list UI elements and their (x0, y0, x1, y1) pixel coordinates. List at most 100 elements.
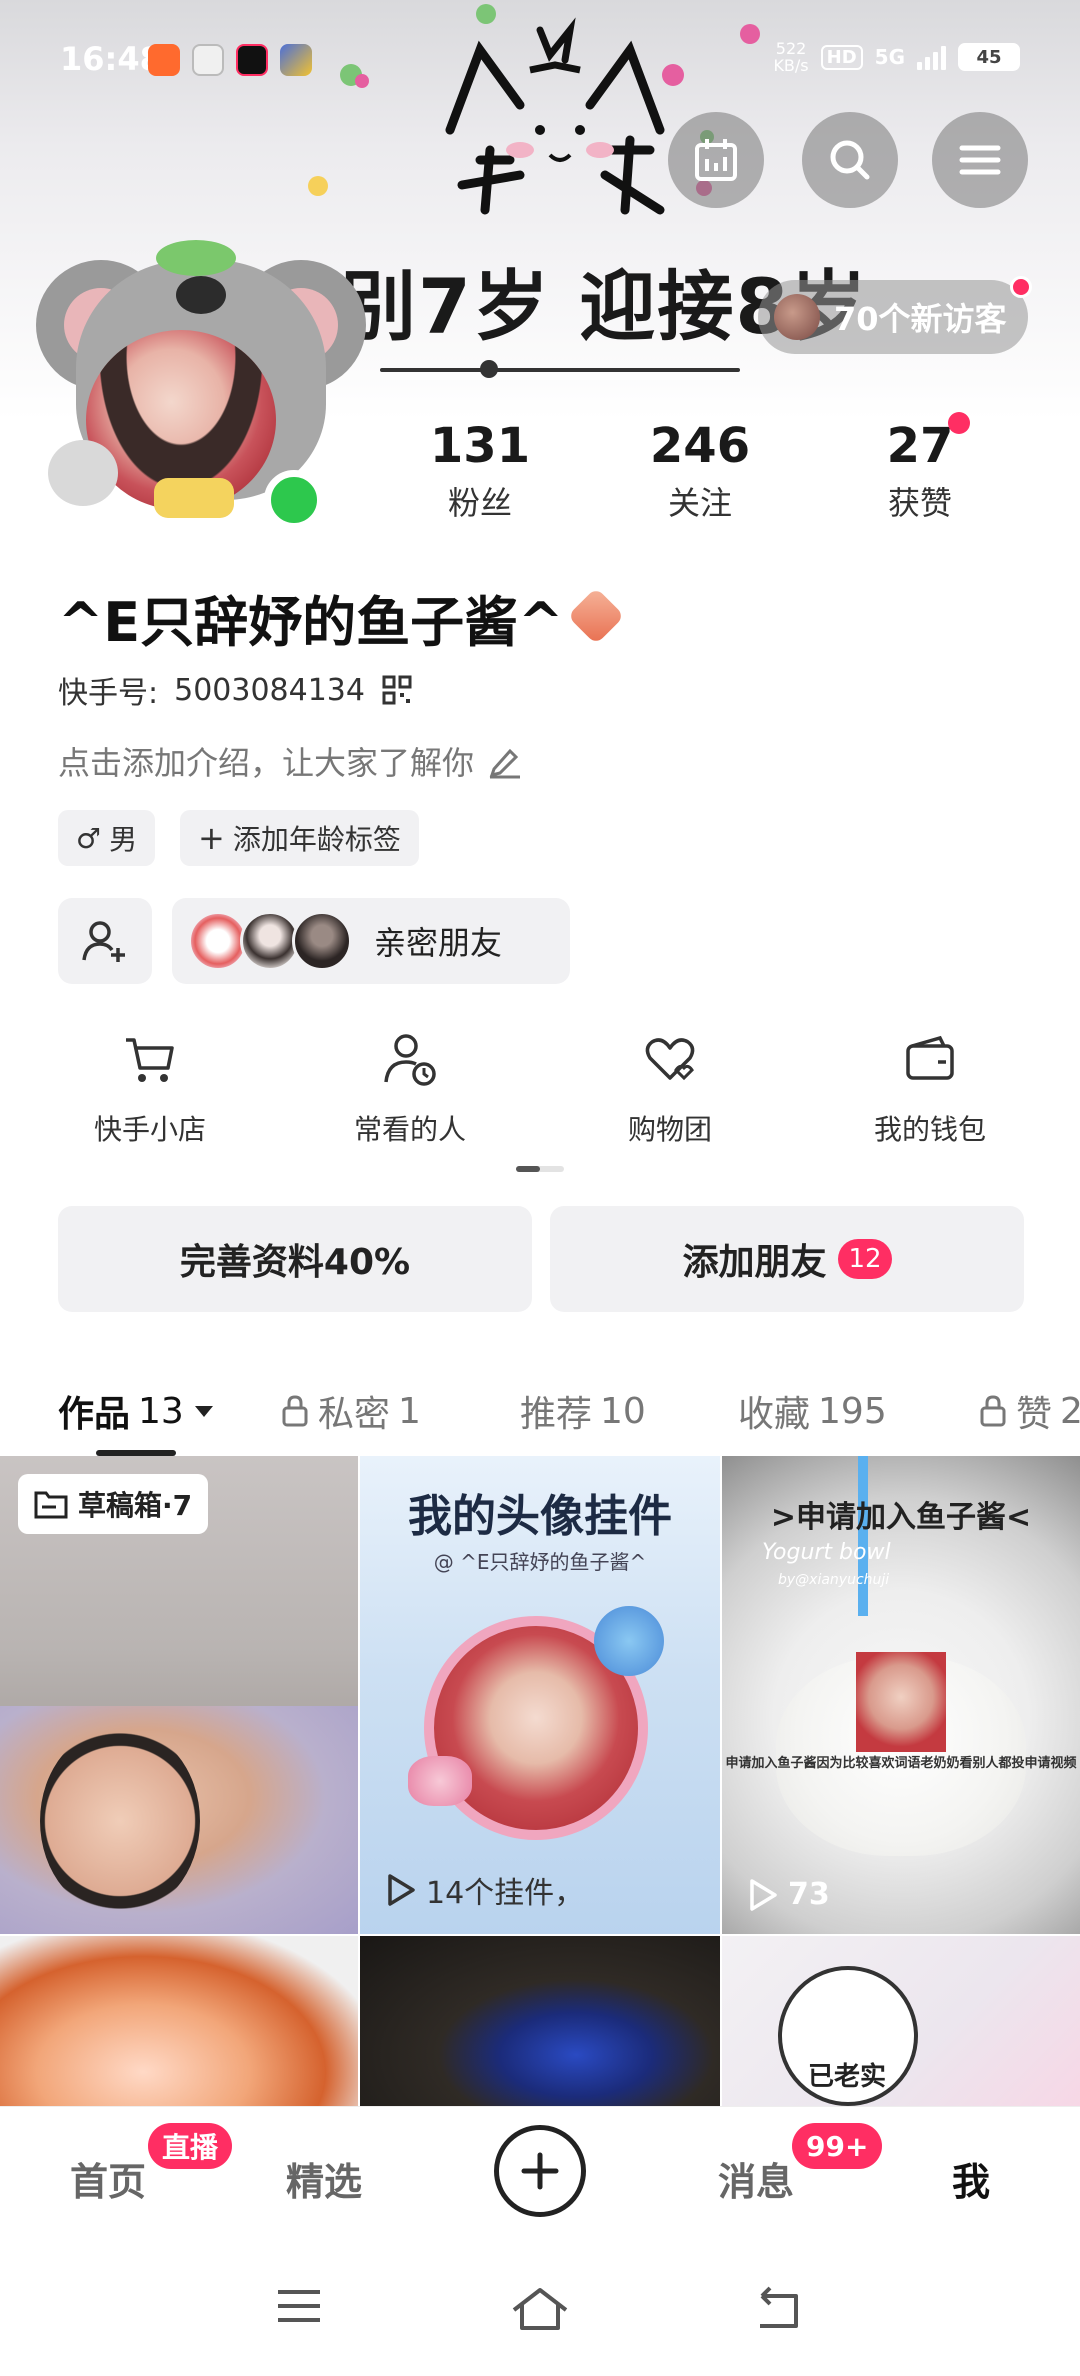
notification-dot (948, 412, 970, 434)
network-speed-unit: KB/s (773, 56, 809, 75)
notification-dot (1010, 276, 1032, 298)
tab-label: 收藏 (738, 1394, 811, 1435)
add-person-icon (82, 921, 125, 962)
dropdown-caret-icon (194, 1406, 213, 1417)
tab-liked[interactable]: 赞 2 (978, 1366, 1080, 1456)
new-visitors-button[interactable]: 70个新访客 (758, 276, 1032, 354)
stat-likes[interactable]: 27 获赞 (830, 412, 1010, 524)
service-wallet[interactable]: 我的钱包 (800, 1030, 1060, 1148)
nav-me[interactable]: 我 (952, 2151, 990, 2206)
gender-tag[interactable]: ♂ 男 (58, 810, 156, 866)
app-notification-icon (236, 44, 268, 76)
card-title: 我的头像挂件 (408, 1491, 672, 1542)
service-label: 快手小店 (93, 1113, 206, 1146)
paw-decoration (48, 440, 118, 506)
create-button[interactable] (494, 2125, 586, 2217)
card-subtitle: @ ^E只辞妤的鱼子酱^ (433, 1550, 647, 1574)
stat-value: 131 (429, 418, 531, 474)
status-indicators: 522 KB/s HD 5G 45 (773, 40, 1020, 74)
service-frequent[interactable]: 常看的人 (280, 1030, 540, 1148)
home-icon[interactable] (510, 2286, 570, 2332)
intimate-friends-label: 亲密朋友 (374, 924, 503, 962)
service-shop[interactable]: 快手小店 (20, 1030, 280, 1148)
nav-featured[interactable]: 精选 (286, 2151, 362, 2206)
calendar-button[interactable] (668, 112, 764, 208)
service-label: 购物团 (627, 1113, 712, 1146)
menu-button[interactable] (932, 112, 1028, 208)
card-caption: 申请加入鱼子酱因为比较喜欢词语老奶奶看别人都投申请视频 (725, 1756, 1077, 1771)
calendar-icon (695, 139, 737, 181)
network-type: 5G (874, 45, 905, 69)
video-card[interactable]: 已老实 (722, 1936, 1080, 2106)
tab-label: 赞 (1016, 1394, 1053, 1435)
stat-followers[interactable]: 131 粉丝 (390, 418, 570, 524)
nav-home[interactable]: 首页 (70, 2151, 146, 2206)
battery-icon: 45 (958, 43, 1020, 71)
stat-value: 246 (649, 418, 751, 474)
tab-count: 10 (600, 1390, 646, 1432)
bow-decoration (154, 478, 234, 518)
tab-count: 13 (138, 1390, 184, 1432)
edit-icon (489, 748, 521, 779)
video-card[interactable]: >申请加入鱼子酱< Yogurt bowl by@xianyuchuji 申请加… (722, 1456, 1080, 1934)
tab-private[interactable]: 私密 1 (280, 1366, 421, 1456)
nav-messages[interactable]: 消息 (718, 2151, 794, 2206)
friend-avatar (292, 911, 352, 971)
friend-avatar (240, 911, 300, 971)
menu-icon (959, 145, 1001, 175)
tab-count: 195 (818, 1390, 887, 1432)
back-icon[interactable] (752, 2286, 806, 2330)
banner-divider (380, 368, 740, 372)
qr-code-icon[interactable] (381, 674, 413, 706)
stat-value: 27 (886, 418, 954, 474)
hd-badge: HD (820, 44, 863, 70)
add-friend-count-badge: 12 (838, 1239, 892, 1279)
heart-group-icon (645, 1038, 695, 1081)
confetti-dot (308, 176, 328, 196)
video-card[interactable] (0, 1936, 358, 2106)
messages-badge: 99+ (792, 2123, 883, 2169)
works-grid: 草稿箱·7 我的头像挂件 @ ^E只辞妤的鱼子酱^ 14个挂件， >申请加入鱼子… (0, 1456, 1080, 2106)
video-card[interactable] (360, 1936, 720, 2106)
play-count: 73 (748, 1877, 830, 1912)
play-count: 14个挂件， (386, 1868, 584, 1912)
status-time: 16:48 (60, 40, 162, 78)
intimate-friends-button[interactable]: 亲密朋友 (172, 898, 570, 984)
add-friend-icon-button[interactable] (58, 898, 152, 984)
tab-works[interactable]: 作品 13 (58, 1366, 216, 1456)
gender-label: 男 (109, 823, 138, 856)
add-friend-button[interactable]: 添加朋友 12 (550, 1206, 1024, 1312)
tab-recommend[interactable]: 推荐 10 (520, 1366, 646, 1456)
tab-favorites[interactable]: 收藏 195 (738, 1366, 887, 1456)
tab-label: 作品 (58, 1394, 131, 1435)
tab-count: 2 (1060, 1390, 1080, 1432)
stat-following[interactable]: 246 关注 (610, 418, 790, 524)
add-age-tag[interactable]: + 添加年龄标签 (180, 810, 419, 866)
draft-box-card[interactable]: 草稿箱·7 (0, 1456, 358, 1934)
service-group-buy[interactable]: 购物团 (540, 1030, 800, 1148)
avatar[interactable] (36, 240, 366, 530)
draft-box-label: 草稿箱·7 (78, 1489, 193, 1522)
leaf-decoration (156, 240, 236, 276)
app-notification-icon (280, 44, 312, 76)
lock-icon (980, 1395, 1006, 1427)
status-bar: 16:48 522 KB/s HD 5G 45 (0, 0, 1080, 120)
complete-profile-button[interactable]: 完善资料40% (58, 1206, 532, 1312)
service-label: 我的钱包 (873, 1113, 986, 1146)
app-notification-icon (148, 44, 180, 76)
plus-icon (521, 2152, 559, 2190)
network-speed: 522 KB/s (773, 40, 808, 74)
folder-icon (34, 1491, 68, 1519)
service-shortcuts: 快手小店 常看的人 购物团 我的钱包 (0, 1030, 1080, 1148)
friend-avatar (188, 911, 248, 971)
account-id-row[interactable]: 快手号: 5003084134 (58, 668, 413, 712)
recent-apps-icon[interactable] (274, 2286, 324, 2326)
account-id: 5003084134 (174, 672, 365, 708)
search-button[interactable] (802, 112, 898, 208)
bio-field[interactable]: 点击添加介绍，让大家了解你 (58, 738, 522, 784)
wallet-icon (906, 1035, 954, 1080)
age-tag-label: 添加年龄标签 (232, 823, 401, 856)
complete-profile-label: 完善资料40% (179, 1242, 411, 1283)
rank-badge-icon[interactable] (567, 587, 625, 645)
video-card[interactable]: 我的头像挂件 @ ^E只辞妤的鱼子酱^ 14个挂件， (360, 1456, 720, 1934)
